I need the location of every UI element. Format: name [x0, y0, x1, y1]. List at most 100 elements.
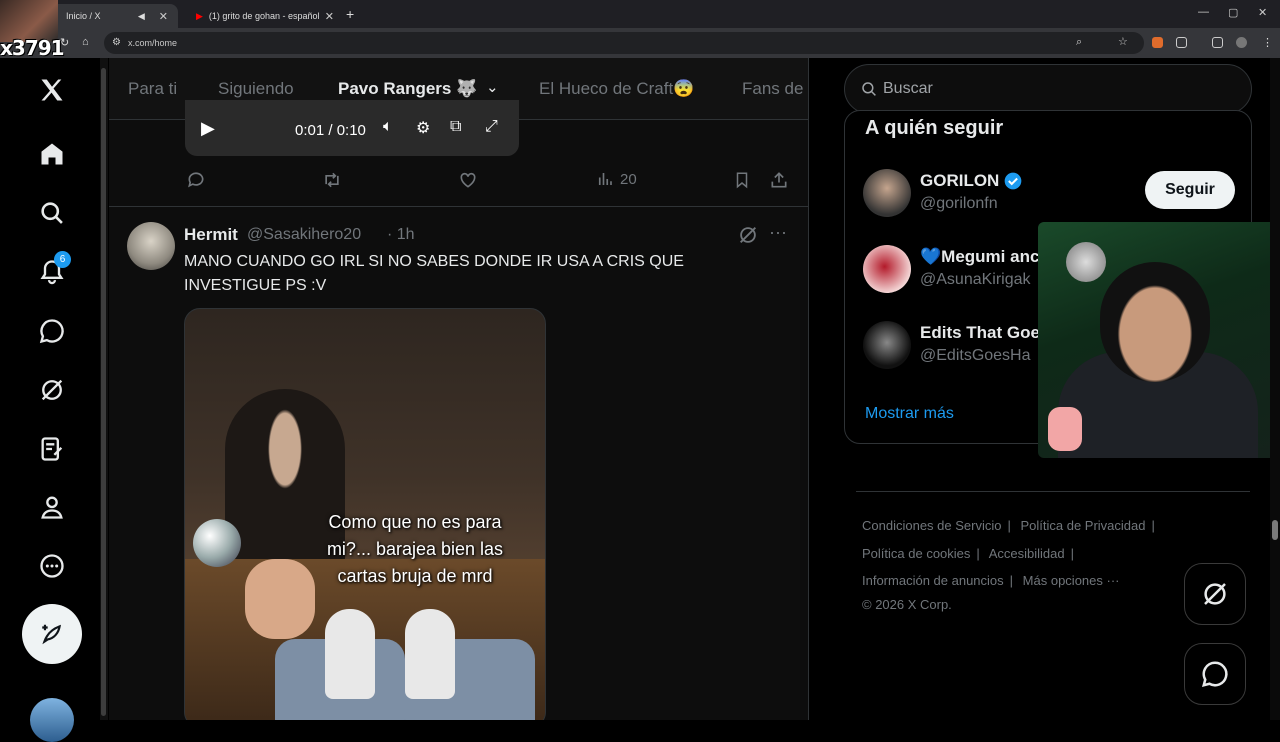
- cartoon-sticker: [1048, 407, 1082, 451]
- tweet-more-icon[interactable]: ···: [769, 222, 787, 243]
- grok-analyze-icon[interactable]: [737, 224, 759, 251]
- page-scrollbar[interactable]: [1270, 58, 1280, 720]
- tweet-author-handle[interactable]: @Sasakihero20: [247, 226, 361, 244]
- fullscreen-icon[interactable]: ⤢: [485, 118, 498, 136]
- search-input[interactable]: Buscar: [844, 64, 1252, 114]
- suggestion-avatar[interactable]: [863, 245, 911, 293]
- minimize-icon[interactable]: —: [1198, 6, 1209, 18]
- extensions-puzzle-icon[interactable]: [1176, 37, 1187, 48]
- views-count: 20: [620, 170, 637, 188]
- explore-search-icon[interactable]: [36, 197, 68, 229]
- browser-tab-youtube[interactable]: ▶ (1) grito de gohan - español es ✕: [186, 4, 344, 28]
- suggestion-name[interactable]: GORILON: [920, 171, 999, 191]
- extension-icon[interactable]: [1152, 37, 1163, 48]
- profile-icon[interactable]: [1236, 37, 1247, 48]
- suggestion-avatar[interactable]: [863, 321, 911, 369]
- site-info-icon[interactable]: ⚙: [112, 37, 121, 48]
- account-avatar[interactable]: [30, 698, 74, 742]
- browser-tab-x[interactable]: Inicio / X ◀ ✕: [40, 4, 178, 28]
- views-stat[interactable]: 20: [596, 170, 637, 188]
- tweet-media-image[interactable]: Como que no es para mi?... barajea bien …: [184, 308, 546, 720]
- zoom-icon[interactable]: ⌕: [1076, 36, 1082, 49]
- bookmark-icon[interactable]: [733, 170, 751, 194]
- tab-siguiendo[interactable]: Siguiendo: [218, 79, 294, 99]
- like-heart-icon[interactable]: [458, 170, 478, 194]
- suggestion-name[interactable]: Edits That Goe: [920, 323, 1040, 343]
- menu-dots-icon[interactable]: ⋮: [1262, 36, 1273, 49]
- ads-info-link[interactable]: Información de anuncios: [862, 573, 1004, 588]
- verified-badge-icon: [1003, 171, 1023, 196]
- suggestion-handle: @gorilonfn: [920, 195, 998, 212]
- grok-icon: [1204, 583, 1226, 605]
- settings-icon[interactable]: ⚙: [416, 118, 430, 138]
- maximize-icon[interactable]: ▢: [1228, 6, 1238, 19]
- browser-toolbar: ↻ ⌂ ⚙ x.com/home ⌕ ☆ ⋮: [0, 28, 1280, 58]
- close-tab-icon[interactable]: ✕: [159, 10, 168, 23]
- streamer-webcam-overlay: [1038, 222, 1276, 458]
- bookmark-star-icon[interactable]: ☆: [1118, 35, 1128, 48]
- sidebar-scrollbar[interactable]: [100, 58, 108, 720]
- tweet-timestamp[interactable]: · 1h: [387, 226, 415, 244]
- stream-counter: x3791: [0, 36, 65, 60]
- share-icon[interactable]: [769, 170, 789, 194]
- scrollbar-thumb[interactable]: [101, 68, 106, 716]
- microphone: [1066, 242, 1106, 282]
- tweet-author-avatar[interactable]: [127, 222, 175, 270]
- close-tab-icon[interactable]: ✕: [325, 10, 334, 23]
- footer-row: Información de anuncios | Más opciones ··…: [862, 573, 1120, 588]
- chevron-down-icon[interactable]: ⌄: [486, 78, 499, 96]
- follow-button[interactable]: Seguir: [1145, 171, 1235, 209]
- tab-label: (1) grito de gohan - español es: [208, 11, 319, 21]
- repost-icon[interactable]: [321, 170, 343, 194]
- tweet-author-name[interactable]: Hermit: [184, 225, 238, 245]
- privacy-link[interactable]: Política de Privacidad: [1020, 518, 1145, 533]
- who-to-follow-title: A quién seguir: [865, 117, 1004, 139]
- compose-feather-icon: [42, 624, 61, 645]
- suggestion-name[interactable]: 💙Megumi anc: [920, 247, 1039, 267]
- grok-floating-button[interactable]: [1184, 563, 1246, 625]
- x-logo-icon[interactable]: [36, 74, 68, 106]
- play-icon[interactable]: ▶: [201, 118, 215, 139]
- media-caption: Como que no es para mi?... barajea bien …: [326, 512, 504, 586]
- show-more-link[interactable]: Mostrar más: [865, 405, 954, 423]
- volume-icon[interactable]: 🔈︎: [383, 118, 393, 136]
- more-options-link[interactable]: Más opciones ···: [1023, 573, 1120, 588]
- search-icon: [860, 80, 878, 103]
- new-tab-button[interactable]: +: [346, 6, 354, 22]
- more-options-icon[interactable]: [36, 550, 68, 582]
- video-time: 0:01 / 0:10: [295, 122, 366, 139]
- tab-pavo-rangers[interactable]: Pavo Rangers 🐺: [338, 79, 477, 99]
- messages-icon[interactable]: [36, 315, 68, 347]
- shoe-right: [405, 609, 455, 699]
- messages-floating-button[interactable]: [1184, 643, 1246, 705]
- chat-bubble-icon: [1201, 661, 1228, 688]
- media-control-icon[interactable]: [1212, 37, 1223, 48]
- compose-post-button[interactable]: [22, 604, 82, 664]
- footer-divider: [856, 491, 1250, 492]
- lists-icon[interactable]: [36, 433, 68, 465]
- profile-icon[interactable]: [36, 491, 68, 523]
- shoe-left: [325, 609, 375, 699]
- accessibility-link[interactable]: Accesibilidad: [989, 546, 1065, 561]
- suggestion-handle: @EditsGoesHa: [920, 347, 1031, 364]
- grok-icon[interactable]: [36, 374, 68, 406]
- tab-para-ti[interactable]: Para ti: [128, 79, 177, 99]
- suggestion-avatar[interactable]: [863, 169, 911, 217]
- tab-fans-de[interactable]: Fans de: [742, 79, 803, 99]
- cookies-link[interactable]: Política de cookies: [862, 546, 970, 561]
- crystal-ball: [193, 519, 241, 567]
- youtube-icon: ▶: [196, 10, 203, 21]
- close-window-icon[interactable]: ✕: [1258, 6, 1267, 19]
- scrollbar-thumb[interactable]: [1272, 520, 1278, 540]
- home-icon[interactable]: [36, 138, 68, 170]
- speaker-icon[interactable]: ◀: [138, 11, 145, 22]
- terms-link[interactable]: Condiciones de Servicio: [862, 518, 1001, 533]
- tab-el-hueco-de-craft[interactable]: El Hueco de Craft😨: [539, 79, 694, 99]
- reply-icon[interactable]: [186, 170, 206, 194]
- home-icon[interactable]: ⌂: [82, 36, 89, 48]
- timeline-column: Para ti Siguiendo Pavo Rangers 🐺 ⌄ El Hu…: [109, 58, 809, 720]
- pip-icon[interactable]: ⧉: [450, 118, 461, 136]
- address-bar[interactable]: ⚙ x.com/home ⌕ ☆: [104, 32, 1144, 54]
- suggestion-handle: @AsunaKirigak: [920, 271, 1031, 288]
- notifications-badge: 6: [54, 251, 71, 268]
